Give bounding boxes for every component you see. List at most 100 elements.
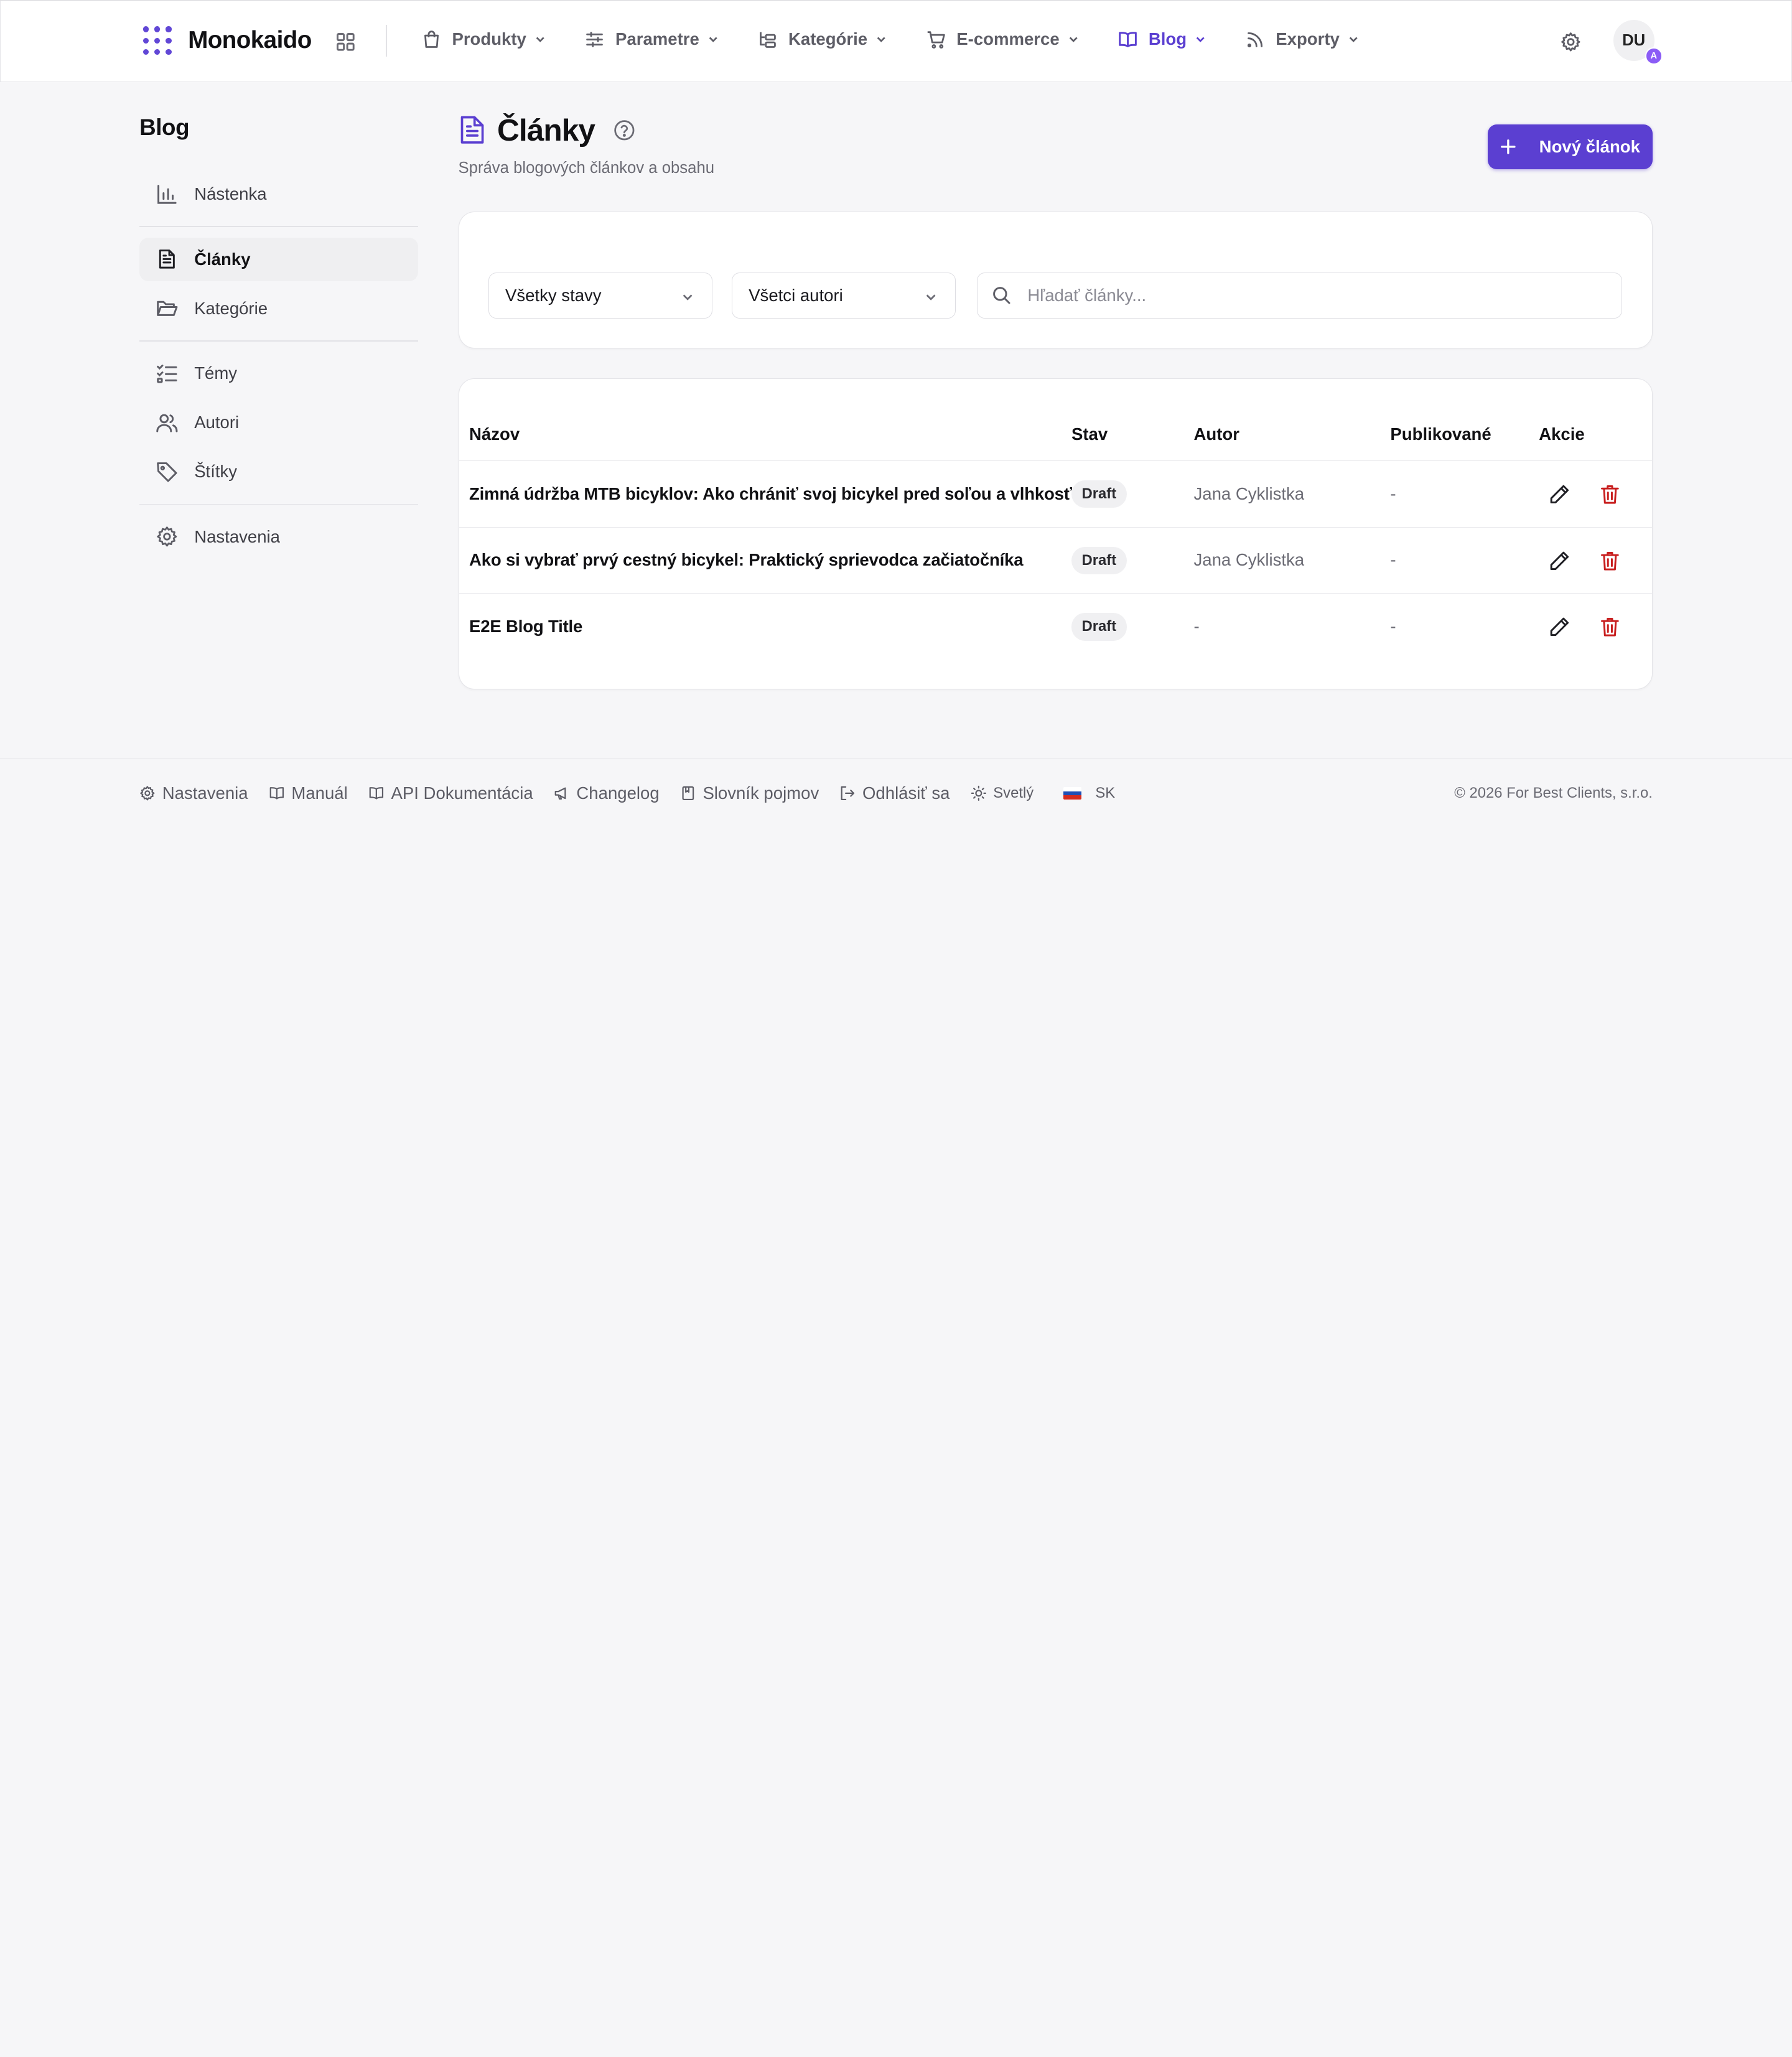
footer-link-logout[interactable]: Odhlásiť sa <box>839 783 950 803</box>
theme-toggle[interactable]: Svetlý <box>971 785 1034 802</box>
new-article-label: Nový článok <box>1539 137 1640 156</box>
footer-link-manual[interactable]: Manuál <box>269 783 348 803</box>
table-row[interactable]: Ako si vybrať prvý cestný bicykel: Prakt… <box>459 528 1652 594</box>
language-switch[interactable]: SK <box>1063 785 1115 802</box>
cart-icon <box>926 29 946 50</box>
delete-trash-icon[interactable] <box>1598 483 1622 506</box>
footer-link-label: Manuál <box>291 783 348 803</box>
bar-chart-icon <box>156 183 179 206</box>
footer: Nastavenia Manuál API Dokumentácia Chang… <box>0 757 1792 830</box>
role-badge: A <box>1645 47 1663 65</box>
edit-pencil-icon[interactable] <box>1548 615 1571 638</box>
folder-open-icon <box>156 297 179 320</box>
document-icon <box>459 114 486 146</box>
article-title[interactable]: Zimná údržba MTB bicyklov: Ako chrániť s… <box>469 484 1093 504</box>
user-avatar[interactable]: DU A <box>1613 20 1663 65</box>
chevron-down-icon <box>875 34 887 45</box>
status-badge: Draft <box>1071 480 1127 508</box>
table-row[interactable]: E2E Blog Title Draft - - <box>459 594 1652 660</box>
nav-item-blog[interactable]: Blog <box>1118 26 1206 53</box>
footer-link-nastavenia[interactable]: Nastavenia <box>139 783 248 803</box>
delete-trash-icon[interactable] <box>1598 615 1622 638</box>
status-badge: Draft <box>1071 546 1127 574</box>
article-title[interactable]: Ako si vybrať prvý cestný bicykel: Prakt… <box>469 550 1024 570</box>
users-icon <box>156 411 179 434</box>
sidebar-item-clanky[interactable]: Články <box>139 237 419 281</box>
sidebar-item-label: Štítky <box>194 462 238 482</box>
footer-link-changelog[interactable]: Changelog <box>554 783 660 803</box>
sidebar-item-temy[interactable]: Témy <box>139 352 418 395</box>
nav-item-label: Parametre <box>615 29 699 49</box>
sidebar-item-autori[interactable]: Autori <box>139 401 418 444</box>
sidebar-item-nastenka[interactable]: Nástenka <box>139 172 418 216</box>
brand-logo[interactable]: Monokaido <box>142 26 312 55</box>
page-subtitle: Správa blogových článkov a obsahu <box>458 159 715 177</box>
edit-pencil-icon[interactable] <box>1548 483 1571 506</box>
bookmark-book-icon <box>680 785 696 801</box>
articles-table: Názov Stav Autor Publikované Akcie Zimná… <box>458 378 1653 689</box>
column-header-akcie: Akcie <box>1539 424 1585 444</box>
nav-divider <box>385 24 387 57</box>
sidebar-item-kategorie[interactable]: Kategórie <box>139 287 418 330</box>
chevron-down-icon <box>707 34 719 45</box>
nav-item-label: Kategórie <box>788 29 868 49</box>
column-header-autor[interactable]: Autor <box>1194 424 1239 444</box>
footer-link-label: Changelog <box>576 783 660 803</box>
footer-link-label: Odhlásiť sa <box>862 783 950 803</box>
footer-link-glossary[interactable]: Slovník pojmov <box>680 783 819 803</box>
sidebar-item-nastavenia[interactable]: Nastavenia <box>139 515 418 559</box>
theme-label: Svetlý <box>993 785 1034 802</box>
brand-name: Monokaido <box>188 27 312 54</box>
status-filter-select[interactable]: Všetky stavy <box>488 273 713 319</box>
footer-link-label: Slovník pojmov <box>702 783 819 803</box>
rss-icon <box>1245 29 1266 50</box>
dots-grid-logo-icon <box>142 26 172 55</box>
sidebar-item-label: Témy <box>194 363 238 383</box>
nav-item-kategorie[interactable]: Kategórie <box>757 26 887 53</box>
column-header-stav[interactable]: Stav <box>1071 424 1108 444</box>
avatar-initials: DU <box>1622 31 1646 49</box>
table-row[interactable]: Zimná údržba MTB bicyklov: Ako chrániť s… <box>459 461 1652 528</box>
delete-trash-icon[interactable] <box>1598 549 1622 572</box>
article-published: - <box>1390 550 1396 570</box>
article-author: Jana Cyklistka <box>1193 483 1305 503</box>
article-author: Jana Cyklistka <box>1193 550 1305 570</box>
nav-item-parametre[interactable]: Parametre <box>584 26 719 53</box>
search-input[interactable] <box>1027 285 1599 306</box>
help-circle-icon[interactable] <box>613 119 636 142</box>
footer-link-api-docs[interactable]: API Dokumentácia <box>368 783 533 803</box>
column-header-publikovane[interactable]: Publikované <box>1390 424 1491 444</box>
article-title[interactable]: E2E Blog Title <box>469 617 582 637</box>
article-author: - <box>1193 616 1200 636</box>
nav-item-produkty[interactable]: Produkty <box>421 26 546 53</box>
sidebar-item-stitky[interactable]: Štítky <box>139 450 418 493</box>
article-published: - <box>1390 483 1396 503</box>
sidebar: Blog Nástenka Články Kategórie Témy Auto… <box>139 114 419 559</box>
apps-grid-icon[interactable] <box>334 30 357 54</box>
chevron-down-icon <box>1348 34 1359 45</box>
folder-tree-icon <box>757 29 778 50</box>
nav-item-label: Produkty <box>452 29 526 49</box>
page-title: Články <box>497 112 595 147</box>
status-badge: Draft <box>1071 613 1127 641</box>
edit-pencil-icon[interactable] <box>1548 549 1571 572</box>
document-icon <box>156 248 179 271</box>
column-header-nazov[interactable]: Názov <box>469 424 520 444</box>
sun-icon <box>971 785 987 801</box>
nav-item-exporty[interactable]: Exporty <box>1245 26 1359 53</box>
page: Monokaido Produkty Parametre Kategórie E… <box>0 0 1792 1120</box>
new-article-button[interactable]: Nový článok <box>1488 124 1653 169</box>
sliders-icon <box>584 29 605 50</box>
chevron-down-icon <box>681 291 694 303</box>
status-filter-value: Všetky stavy <box>505 285 602 305</box>
logout-icon <box>839 785 856 801</box>
author-filter-select[interactable]: Všetci autori <box>732 273 956 319</box>
settings-gear-icon[interactable] <box>1559 30 1582 54</box>
nav-item-label: Blog <box>1148 29 1187 49</box>
gear-icon <box>139 785 156 801</box>
sidebar-item-label: Nastavenia <box>194 526 281 546</box>
nav-item-ecommerce[interactable]: E-commerce <box>926 26 1079 53</box>
sidebar-item-label: Autori <box>194 413 240 432</box>
footer-link-label: API Dokumentácia <box>391 783 533 803</box>
sidebar-item-label: Nástenka <box>194 184 267 203</box>
